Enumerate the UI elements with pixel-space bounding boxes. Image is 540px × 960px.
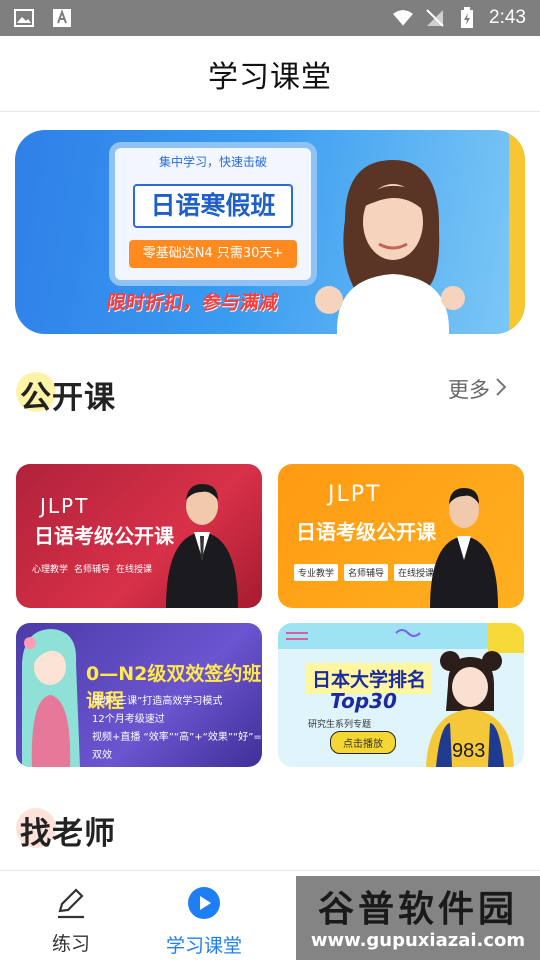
open-course-section-title: 公开课 xyxy=(16,372,116,417)
student-photo: 983 xyxy=(426,651,514,767)
course-tag: 专业教学 xyxy=(294,564,339,581)
course-tag: 名师辅导 xyxy=(344,564,389,581)
image-icon xyxy=(14,8,34,28)
watermark-text: 谷普软件园 xyxy=(317,889,518,930)
tab-label: 学习课堂 xyxy=(166,935,243,957)
course-tag: 在线授课 xyxy=(116,565,153,575)
course-jlpt-label: JLPT xyxy=(40,494,90,518)
banner-headline: 日语寒假班 xyxy=(133,184,293,228)
play-circle-icon xyxy=(186,885,222,925)
font-icon xyxy=(52,8,72,28)
course-tags: 专业教学 名师辅导 在线授课 xyxy=(294,564,439,581)
course-tag: 名师辅导 xyxy=(74,565,111,575)
banner-top-text: 集中学习，快速击破 xyxy=(158,155,267,169)
chevron-right-icon xyxy=(496,377,507,401)
banner-slogan: 限时折扣，参与满减 xyxy=(105,292,280,314)
banner-tag: 零基础达N4 只需30天+ xyxy=(129,240,297,268)
teacher-photo xyxy=(166,484,238,608)
course-tag: 心理教学 xyxy=(32,565,69,575)
promo-banner[interactable]: 集中学习，快速击破 日语寒假班 零基础达N4 只需30天+ 限时折扣，参与满减 xyxy=(15,130,525,334)
course-card[interactable]: 0—N2级双效签约班课程 同步“三课”打造高效学习模式 12个月考级速过 视频+… xyxy=(16,623,262,767)
battery-icon xyxy=(457,7,477,28)
signal-off-icon xyxy=(425,8,445,28)
course-card[interactable]: 983 日本大学排名 Top30 研究生系列专题 点击播放 xyxy=(278,623,524,767)
course-feature: 12个月考级速过 xyxy=(92,714,165,725)
banner-stripe xyxy=(509,130,525,334)
banner-person-image xyxy=(315,160,465,334)
status-time: 2:43 xyxy=(489,7,526,28)
watermark-url: www.gupuxiazai.com xyxy=(310,930,526,951)
teacher-photo xyxy=(430,488,498,608)
more-link[interactable]: 更多 xyxy=(448,374,507,404)
course-features: 同步“三课”打造高效学习模式 12个月考级速过 视频+直播 “效率”“高”+“效… xyxy=(92,693,262,765)
course-feature: 同步“三课”打造高效学习模式 xyxy=(92,696,223,707)
more-label: 更多 xyxy=(448,378,490,402)
course-series: 研究生系列专题 xyxy=(308,720,372,730)
watermark: 谷普软件园 www.gupuxiazai.com xyxy=(296,876,540,960)
open-course-title: 公开课 xyxy=(20,380,116,416)
status-bar: 2:43 xyxy=(0,0,540,36)
svg-text:983: 983 xyxy=(452,740,485,762)
banner-board: 集中学习，快速击破 日语寒假班 零基础达N4 只需30天+ xyxy=(115,148,311,280)
course-title: 日语考级公开课 xyxy=(296,520,436,544)
page-title: 学习课堂 xyxy=(208,59,332,95)
tab-label: 练习 xyxy=(52,933,91,955)
course-title: 日语考级公开课 xyxy=(34,524,174,548)
course-card[interactable]: JLPT 日语考级公开课 专业教学 名师辅导 在线授课 xyxy=(278,464,524,608)
title-bar: 学习课堂 xyxy=(0,36,540,112)
course-tags: 心理教学 名师辅导 在线授课 xyxy=(32,562,152,575)
find-teacher-title: 找老师 xyxy=(20,816,116,852)
tab-practice[interactable]: 练习 xyxy=(52,885,90,956)
course-subtitle: Top30 xyxy=(330,689,397,713)
tab-study-class[interactable]: 学习课堂 xyxy=(166,885,242,958)
wifi-icon xyxy=(393,8,414,28)
course-feature: 视频+直播 “效率”“高”+“效果”“好”=双效 xyxy=(92,732,262,761)
course-jlpt-label: JLPT xyxy=(328,482,382,507)
anime-character-image xyxy=(22,629,80,767)
find-teacher-section-title: 找老师 xyxy=(16,808,116,853)
course-card[interactable]: JLPT 日语考级公开课 心理教学 名师辅导 在线授课 xyxy=(16,464,262,608)
pencil-icon xyxy=(54,885,88,923)
play-button[interactable]: 点击播放 xyxy=(330,731,396,754)
